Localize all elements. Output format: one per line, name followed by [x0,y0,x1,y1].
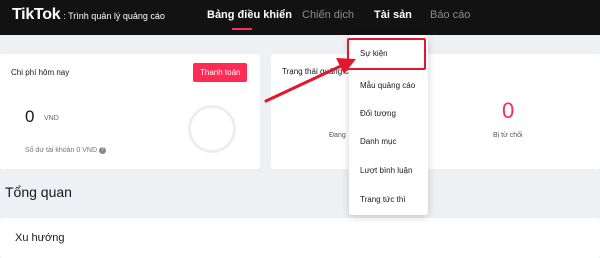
menu-item-catalogs[interactable]: Danh mục [360,137,396,146]
logo-subtitle: : Trình quản lý quảng cáo [63,11,165,21]
ad-status-card: Trạng thái quảng cáo Đang 0 Bị từ chối [271,54,600,169]
status-pending-label: Đang [329,132,346,139]
status-card-title: Trạng thái quảng cáo [282,67,358,76]
nav-campaigns[interactable]: Chiến dịch [302,9,354,21]
nav-assets[interactable]: Tài sản [374,9,412,21]
active-nav-indicator [232,28,252,30]
trend-card: Xu hướng [0,218,600,258]
cost-unit: VND [44,115,59,122]
today-cost-card: Chi phí hôm nay Thanh toán 0 VND Số dư t… [0,54,260,169]
rejected-count: 0 [502,98,515,123]
top-navigation-bar: TikTok : Trình quản lý quảng cáo Bảng đi… [0,0,600,35]
logo-brand: TikTok [12,6,61,23]
cost-card-title: Chi phí hôm nay [11,68,70,77]
account-balance-text: Số dư tài khoản 0 VND [25,147,98,154]
menu-item-creatives[interactable]: Mẫu quảng cáo [360,81,415,90]
rejected-label: Bị từ chối [493,132,523,139]
help-icon[interactable]: ? [99,147,107,154]
menu-item-instant-pages[interactable]: Trang tức thì [360,195,406,204]
tiktok-ads-logo[interactable]: TikTok : Trình quản lý quảng cáo [12,6,165,24]
cost-donut-chart [188,105,236,153]
cost-value: 0 [25,107,35,126]
trend-title: Xu hướng [15,232,65,244]
payment-button[interactable]: Thanh toán [193,63,248,82]
overview-title: Tổng quan [5,184,72,200]
nav-reports[interactable]: Báo cáo [430,9,470,21]
annotation-highlight-box [347,38,426,70]
nav-dashboard[interactable]: Bảng điều khiển [207,9,292,21]
menu-item-audiences[interactable]: Đối tượng [360,109,396,118]
menu-item-comments[interactable]: Lượt bình luận [360,166,412,175]
account-balance: Số dư tài khoản 0 VND ? [25,147,107,154]
